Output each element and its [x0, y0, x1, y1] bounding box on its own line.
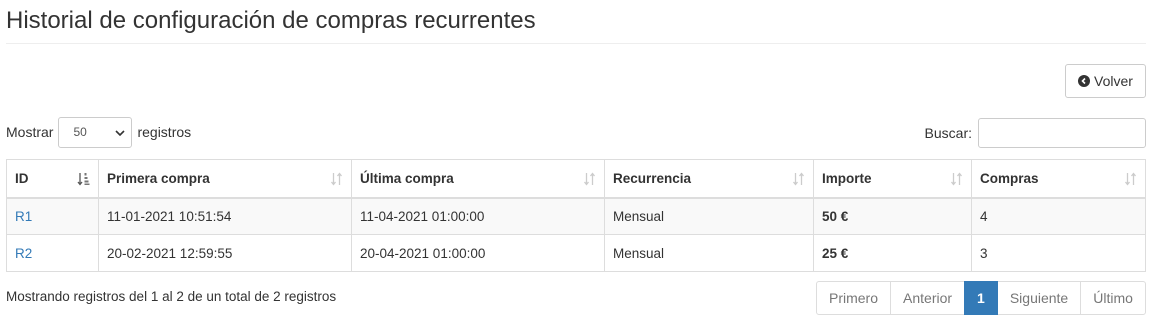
pagination: Primero Anterior 1 Siguiente Último [816, 281, 1146, 315]
length-suffix-label: registros [137, 124, 192, 140]
cell-id: R2 [6, 234, 99, 272]
page-length-select[interactable]: 50 [58, 116, 133, 148]
cell-recurrence: Mensual [604, 197, 814, 235]
table-row: R1 11-01-2021 10:51:54 11-04-2021 01:00:… [6, 197, 1146, 235]
row-id-link[interactable]: R1 [15, 209, 32, 224]
back-button[interactable]: Volver [1065, 64, 1146, 98]
cell-last-purchase: 11-04-2021 01:00:00 [351, 197, 605, 235]
column-header-first-purchase[interactable]: Primera compra [98, 159, 352, 199]
column-header-recurrence[interactable]: Recurrencia [604, 159, 814, 199]
cell-amount: 25 € [813, 234, 972, 272]
column-header-id[interactable]: ID [6, 159, 99, 199]
column-header-amount[interactable]: Importe [813, 159, 972, 199]
search-control: Buscar: [925, 118, 1146, 148]
table-header-row: ID Primera compra Última compra Recurren… [6, 159, 1146, 199]
pagination-previous-button[interactable]: Anterior [890, 281, 966, 315]
sort-arrows-icon [792, 171, 805, 187]
pagination-next-button[interactable]: Siguiente [996, 281, 1082, 315]
cell-first-purchase: 11-01-2021 10:51:54 [98, 197, 352, 235]
sort-arrows-icon [583, 171, 596, 187]
pagination-last-button[interactable]: Último [1080, 281, 1146, 315]
sort-arrows-icon [330, 171, 343, 187]
sort-arrows-icon [950, 171, 963, 187]
table-row: R2 20-02-2021 12:59:55 20-04-2021 01:00:… [6, 234, 1146, 272]
length-prefix-label: Mostrar [6, 124, 54, 140]
cell-purchases: 4 [971, 197, 1146, 235]
cell-recurrence: Mensual [604, 234, 814, 272]
cell-first-purchase: 20-02-2021 12:59:55 [98, 234, 352, 272]
sort-numeric-asc-icon [77, 171, 90, 187]
amount-value: 25 € [822, 245, 849, 261]
column-header-last-purchase[interactable]: Última compra [351, 159, 605, 199]
title-divider [6, 43, 1146, 44]
chevron-down-icon [115, 125, 126, 139]
sort-arrows-icon [1124, 171, 1137, 187]
page-title: Historial de configuración de compras re… [6, 7, 536, 34]
pagination-first-button[interactable]: Primero [816, 281, 892, 315]
recurring-purchases-table: ID Primera compra Última compra Recurren… [6, 159, 1146, 272]
pagination-current-page[interactable]: 1 [964, 281, 998, 315]
length-control: Mostrar 50 registros [6, 116, 191, 148]
amount-value: 50 € [822, 208, 849, 224]
table-info: Mostrando registros del 1 al 2 de un tot… [6, 289, 337, 304]
cell-amount: 50 € [813, 197, 972, 235]
back-button-label: Volver [1094, 73, 1133, 89]
search-input[interactable] [978, 118, 1146, 148]
page-length-value: 50 [73, 125, 87, 139]
row-id-link[interactable]: R2 [15, 246, 32, 261]
search-label: Buscar: [924, 125, 972, 141]
cell-purchases: 3 [971, 234, 1146, 272]
cell-last-purchase: 20-04-2021 01:00:00 [351, 234, 605, 272]
cell-id: R1 [6, 197, 99, 235]
column-header-purchases[interactable]: Compras [971, 159, 1146, 199]
chevron-circle-left-icon [1078, 75, 1091, 87]
